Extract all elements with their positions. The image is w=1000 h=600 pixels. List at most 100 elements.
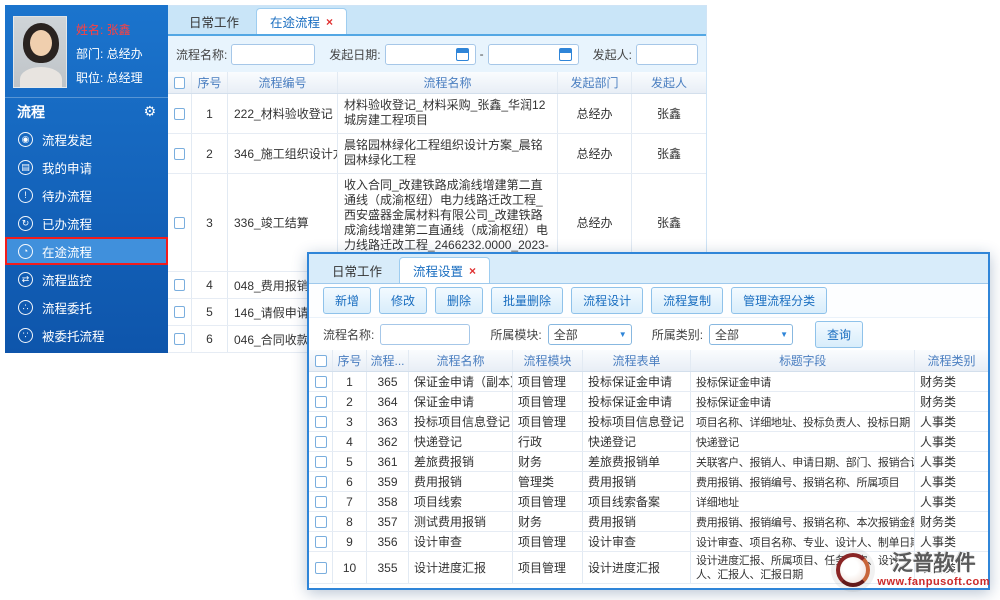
cell-no: 1 xyxy=(192,94,228,133)
table-row[interactable]: 9 356 设计审查 项目管理 设计审查 设计审查、项目名称、专业、设计人、制单… xyxy=(309,532,988,552)
close-icon[interactable]: × xyxy=(469,265,476,277)
sidebar-item-label: 流程委托 xyxy=(42,301,93,316)
sidebar-item-flow-monitor[interactable]: ⇄ 流程监控 xyxy=(5,265,168,293)
cell-name: 项目线索 xyxy=(409,492,513,511)
start-date-to-input[interactable] xyxy=(488,45,559,63)
sidebar-item-my-applications[interactable]: ▤ 我的申请 xyxy=(5,153,168,181)
gear-icon[interactable]: ⚙ xyxy=(143,103,156,120)
tab-daily-work[interactable]: 日常工作 xyxy=(176,8,252,34)
cell-module: 项目管理 xyxy=(513,372,583,391)
tab-daily-work[interactable]: 日常工作 xyxy=(319,257,395,283)
sidebar-item-pending-flows[interactable]: ! 待办流程 xyxy=(5,181,168,209)
cell-category: 人事类 xyxy=(920,455,957,469)
header-title-field: 标题字段 xyxy=(691,350,915,371)
row-checkbox[interactable] xyxy=(314,561,327,574)
select-all-checkbox[interactable] xyxy=(174,76,185,89)
sidebar-item-flow-delegate[interactable]: ∴ 流程委托 xyxy=(5,293,168,321)
calendar-icon[interactable] xyxy=(558,47,572,61)
row-checkbox[interactable] xyxy=(314,435,327,448)
manage-flow-category-button[interactable]: 管理流程分类 xyxy=(731,287,828,314)
row-checkbox[interactable] xyxy=(314,455,327,468)
edit-button[interactable]: 修改 xyxy=(379,287,428,314)
module-label: 所属模块: xyxy=(490,327,542,342)
row-checkbox[interactable] xyxy=(174,147,185,160)
sidebar-item-done-flows[interactable]: ↻ 已办流程 xyxy=(5,209,168,237)
filter-bar: 流程名称: 所属模块: 全部 ▼ 所属类别: 全部 ▼ 查询 xyxy=(309,318,988,350)
table-row[interactable]: 2 346_施工组织设计方案申请 晨铭园林绿化工程组织设计方案_晨铭园林绿化工程… xyxy=(168,134,706,174)
row-checkbox[interactable] xyxy=(174,306,185,318)
window-flow-settings: 日常工作 流程设置 × 新增 修改 删除 批量删除 流程设计 流程复制 管理流程… xyxy=(307,252,990,590)
tab-label: 在途流程 xyxy=(270,16,321,30)
flow-name-input[interactable] xyxy=(231,43,316,65)
tab-label: 流程设置 xyxy=(413,265,464,279)
row-checkbox[interactable] xyxy=(314,475,327,488)
sidebar-item-flow-start[interactable]: ◉ 流程发起 xyxy=(5,125,168,153)
table-row[interactable]: 1 365 保证金申请（副本） 项目管理 投标保证金申请 投标保证金申请 财务类 xyxy=(309,372,988,392)
row-checkbox[interactable] xyxy=(174,279,185,291)
row-checkbox[interactable] xyxy=(314,495,327,508)
cell-category: 人事类 xyxy=(920,495,957,509)
close-icon[interactable]: × xyxy=(326,16,333,28)
batch-delete-button[interactable]: 批量删除 xyxy=(491,287,564,314)
cell-no: 6 xyxy=(192,326,228,352)
cell-module: 项目管理 xyxy=(513,552,583,583)
sync-icon: ⇄ xyxy=(18,271,33,287)
table-row[interactable]: 5 361 差旅费报销 财务 差旅费报销单 关联客户、报销人、申请日期、部门、报… xyxy=(309,452,988,472)
cell-module: 行政 xyxy=(513,432,583,451)
sidebar-item-delegated-flows[interactable]: ∵ 被委托流程 xyxy=(5,321,168,349)
sidebar-item-in-transit-flows[interactable]: ◔ 在途流程 xyxy=(5,237,168,265)
row-checkbox[interactable] xyxy=(314,515,327,528)
tab-flow-settings[interactable]: 流程设置 × xyxy=(399,257,491,283)
table-row[interactable]: 3 363 投标项目信息登记 项目管理 投标项目信息登记 项目名称、详细地址、投… xyxy=(309,412,988,432)
table-row[interactable]: 2 364 保证金申请 项目管理 投标保证金申请 投标保证金申请 财务类 xyxy=(309,392,988,412)
cell-no: 5 xyxy=(192,299,228,325)
sender-input[interactable] xyxy=(636,43,698,65)
table-row[interactable]: 6 359 费用报销 管理类 费用报销 费用报销、报销编号、报销名称、所属项目 … xyxy=(309,472,988,492)
cell-form: 费用报销 xyxy=(583,472,691,491)
start-date-from-input[interactable] xyxy=(385,45,456,63)
cell-name: 设计进度汇报 xyxy=(409,552,513,583)
row-checkbox[interactable] xyxy=(174,216,185,229)
table-row[interactable]: 7 358 项目线索 项目管理 项目线索备案 详细地址 人事类 xyxy=(309,492,988,512)
row-checkbox[interactable] xyxy=(174,333,185,345)
select-all-checkbox[interactable] xyxy=(314,354,327,367)
tab-in-transit-flow[interactable]: 在途流程 × xyxy=(256,8,348,34)
row-checkbox[interactable] xyxy=(174,107,185,120)
flow-design-button[interactable]: 流程设计 xyxy=(571,287,644,314)
fanpu-logo-icon xyxy=(836,553,871,587)
delete-button[interactable]: 删除 xyxy=(435,287,484,314)
start-date-from-field xyxy=(384,43,476,65)
module-select[interactable]: 全部 ▼ xyxy=(547,323,632,345)
header-code: 流程编号 xyxy=(228,72,338,93)
cell-no: 4 xyxy=(333,432,367,451)
sidebar: 姓名: 张鑫 部门: 总经办 职位: 总经理 流程 ⚙ ◉ 流程发起 ▤ 我的申… xyxy=(5,5,168,353)
start-date-label: 发起日期: xyxy=(329,47,381,62)
cell-form: 费用报销 xyxy=(583,512,691,531)
cell-no: 6 xyxy=(333,472,367,491)
table-row[interactable]: 4 362 快递登记 行政 快递登记 快递登记 人事类 xyxy=(309,432,988,452)
sidebar-item-label: 在途流程 xyxy=(42,245,93,260)
row-checkbox[interactable] xyxy=(314,375,327,388)
category-label: 所属类别: xyxy=(651,327,704,342)
cell-sender: 张鑫 xyxy=(656,147,681,161)
alert-icon: ! xyxy=(18,187,33,203)
sidebar-item-label: 流程发起 xyxy=(42,133,93,148)
table-row[interactable]: 8 357 测试费用报销 财务 费用报销 费用报销、报销编号、报销名称、本次报销… xyxy=(309,512,988,532)
add-button[interactable]: 新增 xyxy=(323,287,372,314)
table-row[interactable]: 1 222_材料验收登记 材料验收登记_材料采购_张鑫_华润12城房建工程项目 … xyxy=(168,94,706,134)
cell-code: 356 xyxy=(367,532,409,551)
header-category: 流程类别 xyxy=(927,354,976,368)
cell-form: 投标保证金申请 xyxy=(583,392,691,411)
calendar-icon[interactable] xyxy=(455,47,469,61)
flow-name-input[interactable] xyxy=(380,323,471,345)
cell-code: 361 xyxy=(367,452,409,471)
row-checkbox[interactable] xyxy=(314,395,327,408)
document-icon: ▤ xyxy=(18,159,33,175)
user-title: 职位: 总经理 xyxy=(76,71,143,85)
search-button[interactable]: 查询 xyxy=(815,320,864,348)
cell-title-field: 详细地址 xyxy=(691,492,915,511)
flow-copy-button[interactable]: 流程复制 xyxy=(651,287,724,314)
row-checkbox[interactable] xyxy=(314,535,327,548)
row-checkbox[interactable] xyxy=(314,415,327,428)
category-select[interactable]: 全部 ▼ xyxy=(709,323,794,345)
